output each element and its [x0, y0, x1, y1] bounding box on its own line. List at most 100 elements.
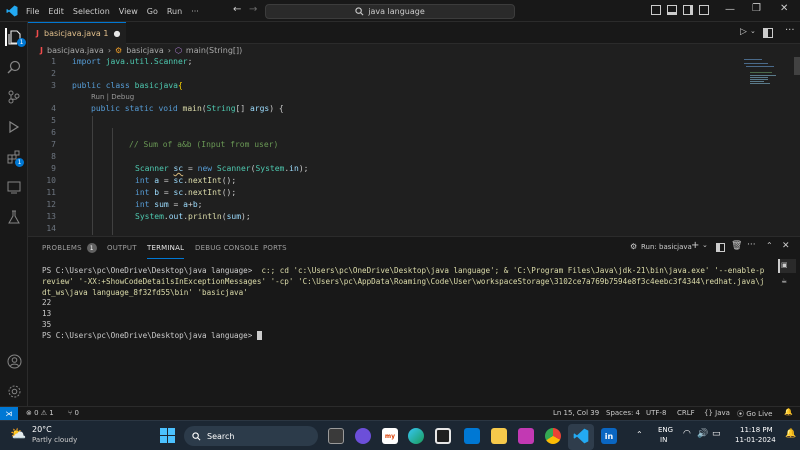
line-number: 12	[46, 200, 56, 209]
menu-edit[interactable]: Edit	[48, 7, 64, 16]
weather-icon[interactable]: ⛅	[10, 427, 26, 442]
tab-ports[interactable]: PORTS	[263, 237, 287, 259]
store-icon[interactable]	[435, 428, 451, 444]
task-view-icon[interactable]	[328, 428, 344, 444]
notification-center-icon[interactable]: 🔔	[785, 429, 796, 439]
chat-app-icon[interactable]	[355, 428, 371, 444]
code-line-12: int sum = a+b;	[135, 200, 202, 209]
run-java-icon[interactable]: ▷	[740, 27, 747, 37]
search-text: java language	[368, 7, 425, 16]
code-editor[interactable]: 1 2 3 4 5 6 7 8 9 10 11 12 13 14 import …	[28, 57, 738, 235]
mail-app-icon[interactable]	[464, 428, 480, 444]
linkedin-icon[interactable]: in	[601, 428, 617, 444]
back-arrow-icon[interactable]: ←	[233, 4, 241, 15]
tab-debug-console[interactable]: DEBUG CONSOLE	[195, 237, 259, 259]
ports-indicator[interactable]: ⑂ 0	[68, 409, 79, 417]
vscode-taskbar-icon[interactable]	[573, 428, 589, 444]
tab-basicjava[interactable]: J basicjava.java 1 ●	[28, 22, 126, 44]
kill-terminal-icon[interactable]: 🗑	[731, 241, 742, 251]
terminal-dropdown-icon[interactable]: ⌄	[702, 241, 708, 249]
account-icon[interactable]	[5, 352, 23, 370]
errors-warnings-indicator[interactable]: ⊗ 0 ⚠ 1	[26, 409, 54, 417]
testing-icon[interactable]	[5, 208, 23, 226]
encoding-setting[interactable]: UTF-8	[646, 409, 666, 417]
settings-gear-icon[interactable]	[5, 382, 23, 400]
cursor-position[interactable]: Ln 15, Col 39	[553, 409, 599, 417]
go-live-button[interactable]: ⦿ Go Live	[737, 409, 772, 419]
eol-setting[interactable]: CRLF	[677, 409, 695, 417]
breadcrumb: J basicjava.java › ⚙ basicjava › ⬡ main(…	[28, 44, 728, 57]
split-terminal-icon[interactable]	[716, 243, 725, 252]
extensions-icon[interactable]: 1	[5, 148, 24, 167]
maximize-panel-icon[interactable]: ⌃	[766, 241, 773, 250]
token: main	[182, 104, 202, 113]
close-panel-icon[interactable]: ✕	[782, 241, 790, 251]
breadcrumb-method[interactable]: main(String[])	[186, 46, 242, 55]
toggle-primary-sidebar-icon[interactable]	[651, 5, 661, 15]
edge-browser-icon[interactable]	[408, 428, 424, 444]
token: class	[105, 81, 135, 90]
forward-arrow-icon[interactable]: →	[249, 4, 257, 15]
windows-start-icon[interactable]	[160, 428, 175, 443]
tab-problems-label: PROBLEMS	[42, 244, 82, 252]
command-center-search[interactable]: java language	[265, 4, 515, 19]
breadcrumb-class[interactable]: basicjava	[126, 46, 164, 55]
notifications-bell-icon[interactable]: 🔔	[784, 408, 793, 416]
source-control-icon[interactable]	[5, 88, 23, 106]
run-dropdown-chevron-icon[interactable]: ⌄	[750, 27, 756, 35]
token: in	[289, 164, 299, 173]
file-explorer-icon[interactable]	[491, 428, 507, 444]
toggle-secondary-sidebar-icon[interactable]	[683, 5, 693, 15]
remote-indicator-icon[interactable]: ⋊	[0, 407, 18, 421]
powershell-icon: ▣	[781, 261, 788, 269]
wifi-icon[interactable]: ◠	[683, 429, 691, 439]
indentation-setting[interactable]: Spaces: 4	[606, 409, 640, 417]
terminal-output[interactable]: PS C:\Users\pc\OneDrive\Desktop\java lan…	[42, 266, 768, 342]
code-line-13: System.out.println(sum);	[135, 212, 251, 221]
taskbar-search[interactable]: Search	[184, 426, 318, 446]
token: sc	[173, 188, 184, 197]
menu-go[interactable]: Go	[147, 7, 158, 16]
battery-icon[interactable]: ▭	[712, 429, 721, 439]
toggle-panel-icon[interactable]	[667, 5, 677, 15]
remote-explorer-icon[interactable]	[5, 178, 23, 196]
input-language[interactable]: ENG	[658, 426, 673, 434]
chrome-browser-icon[interactable]	[545, 428, 561, 444]
run-debug-icon[interactable]	[5, 118, 23, 136]
tab-label: basicjava.java 1	[43, 29, 109, 38]
method-symbol-icon: ⬡	[174, 46, 182, 55]
new-terminal-icon[interactable]: +	[691, 240, 699, 251]
menu-run[interactable]: Run	[167, 7, 182, 16]
tab-output[interactable]: OUTPUT	[107, 237, 137, 259]
breadcrumb-file[interactable]: basicjava.java	[47, 46, 104, 55]
photos-app-icon[interactable]	[518, 428, 534, 444]
more-actions-icon[interactable]: ···	[785, 25, 795, 36]
minimap[interactable]	[738, 57, 800, 235]
search-sidebar-icon[interactable]	[5, 58, 23, 76]
minimize-icon[interactable]: —	[725, 4, 735, 15]
maximize-icon[interactable]: ❐	[752, 3, 761, 14]
terminal-instance-label[interactable]: Run: basicjava	[641, 243, 692, 251]
tab-problems[interactable]: PROBLEMS 1	[42, 237, 97, 259]
more-terminal-actions-icon[interactable]: ···	[747, 240, 756, 250]
volume-icon[interactable]: 🔊	[697, 429, 708, 439]
explorer-icon[interactable]: 1	[5, 28, 26, 47]
codelens-run-debug[interactable]: Run | Debug	[91, 93, 134, 101]
language-mode[interactable]: {} Java	[704, 409, 730, 417]
customize-layout-icon[interactable]	[699, 5, 709, 15]
menu-file[interactable]: File	[26, 7, 39, 16]
menu-selection[interactable]: Selection	[73, 7, 110, 16]
close-window-icon[interactable]: ✕	[780, 3, 788, 14]
tab-terminal[interactable]: TERMINAL	[147, 237, 185, 259]
menu-more[interactable]: ···	[191, 7, 199, 16]
unsaved-dot-icon[interactable]: ●	[113, 29, 120, 38]
java-terminal-icon[interactable]: ☕	[781, 277, 787, 285]
tray-chevron-icon[interactable]: ⌃	[636, 430, 643, 439]
minimap-slider[interactable]	[794, 57, 800, 75]
token: sc	[173, 164, 184, 173]
token: ;	[197, 200, 203, 209]
clock-time[interactable]: 11:18 PM	[740, 426, 773, 434]
menu-view[interactable]: View	[119, 7, 138, 16]
split-editor-icon[interactable]	[763, 28, 773, 38]
office-app-icon[interactable]: my	[382, 428, 398, 444]
